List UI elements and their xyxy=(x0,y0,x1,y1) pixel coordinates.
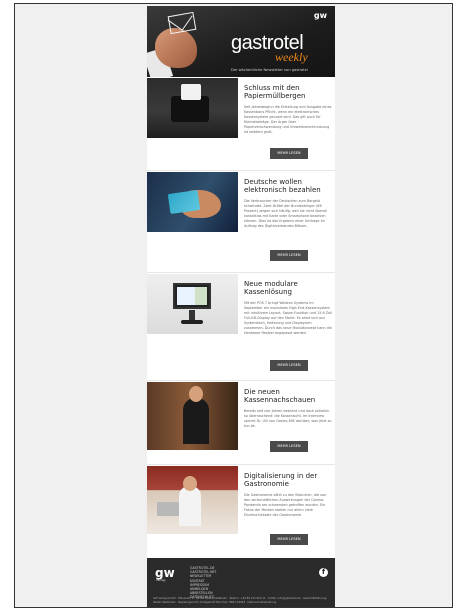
article-image-pos-terminal[interactable] xyxy=(147,274,238,334)
divider xyxy=(147,272,335,273)
brand-small: gw xyxy=(313,11,327,20)
head-graphic xyxy=(189,386,203,402)
footer-legal-text: GW Verlag GmbH · Pfauenstr. 4 · 85764 Ob… xyxy=(153,597,328,604)
article-text: Mit der POS 7 bringt Wedcon Systems im S… xyxy=(244,301,332,335)
article-title[interactable]: Neue modulare Kassenlösung xyxy=(244,280,332,296)
head-graphic xyxy=(183,476,197,491)
article-title[interactable]: Schluss mit den Papiermüllbergen xyxy=(244,84,332,100)
logo-weekly: weekly xyxy=(275,50,308,64)
footer-links: GASTROTEL.DE GASTROTEL.NET NEWSLETTER KO… xyxy=(190,566,260,600)
divider xyxy=(147,170,335,171)
article-image-receipt-printer[interactable] xyxy=(147,78,238,138)
terminal-display-graphic xyxy=(177,287,207,305)
terminal-base-graphic xyxy=(181,320,203,324)
person-graphic xyxy=(179,486,201,526)
facebook-icon[interactable]: f xyxy=(319,568,328,577)
article-2: Deutsche wollen elektronisch bezahlen Di… xyxy=(147,172,335,272)
article-title[interactable]: Digitalisierung in der Gastronomie xyxy=(244,472,332,488)
article-image-restaurant-owner[interactable] xyxy=(147,382,238,450)
newsletter-footer: gw verlag GASTROTEL.DE GASTROTEL.NET NEW… xyxy=(147,558,335,607)
article-image-card-payment[interactable] xyxy=(147,172,238,232)
article-image-gastronomy[interactable] xyxy=(147,466,238,534)
article-title[interactable]: Deutsche wollen elektronisch bezahlen xyxy=(244,178,332,194)
tagline: Der wöchentliche Newsletter von gastrote… xyxy=(231,68,308,72)
credit-card-graphic xyxy=(167,190,201,214)
article-text: Die Gastronomie zählt zu den Branchen, d… xyxy=(244,493,327,517)
read-more-button[interactable]: MEHR LESEN xyxy=(270,250,308,261)
article-text: Seit Jahresbeginn die Erstellung und Aus… xyxy=(244,105,332,134)
read-more-button[interactable]: MEHR LESEN xyxy=(270,441,308,452)
read-more-button[interactable]: MEHR LESEN xyxy=(270,534,308,545)
gw-verlag-sub: verlag xyxy=(156,578,166,582)
read-more-button[interactable]: MEHR LESEN xyxy=(270,148,308,159)
article-text: Die Verbraucher der Deutschen zum Bargel… xyxy=(244,199,327,228)
email-preview-frame: gw gastrotel weekly Der wöchentliche New… xyxy=(14,3,453,608)
divider xyxy=(147,380,335,381)
article-1: Schluss mit den Papiermüllbergen Seit Ja… xyxy=(147,78,335,176)
hand-graphic xyxy=(155,28,197,68)
article-3: Neue modulare Kassenlösung Mit der POS 7… xyxy=(147,274,335,382)
laptop-graphic xyxy=(157,502,179,516)
person-graphic xyxy=(183,398,209,444)
paper-graphic xyxy=(181,84,201,100)
article-4: Die neuen Kassennachschauen Bereits seit… xyxy=(147,382,335,464)
article-5: Digitalisierung in der Gastronomie Die G… xyxy=(147,466,335,556)
article-text: Bereits seit vier Jahren bekannt und doc… xyxy=(244,409,332,428)
envelope-icon xyxy=(167,11,197,35)
read-more-button[interactable]: MEHR LESEN xyxy=(270,360,308,371)
newsletter-header[interactable]: gw gastrotel weekly Der wöchentliche New… xyxy=(147,6,335,77)
divider xyxy=(147,464,335,465)
article-title[interactable]: Die neuen Kassennachschauen xyxy=(244,388,332,404)
newsletter: gw gastrotel weekly Der wöchentliche New… xyxy=(147,6,335,607)
